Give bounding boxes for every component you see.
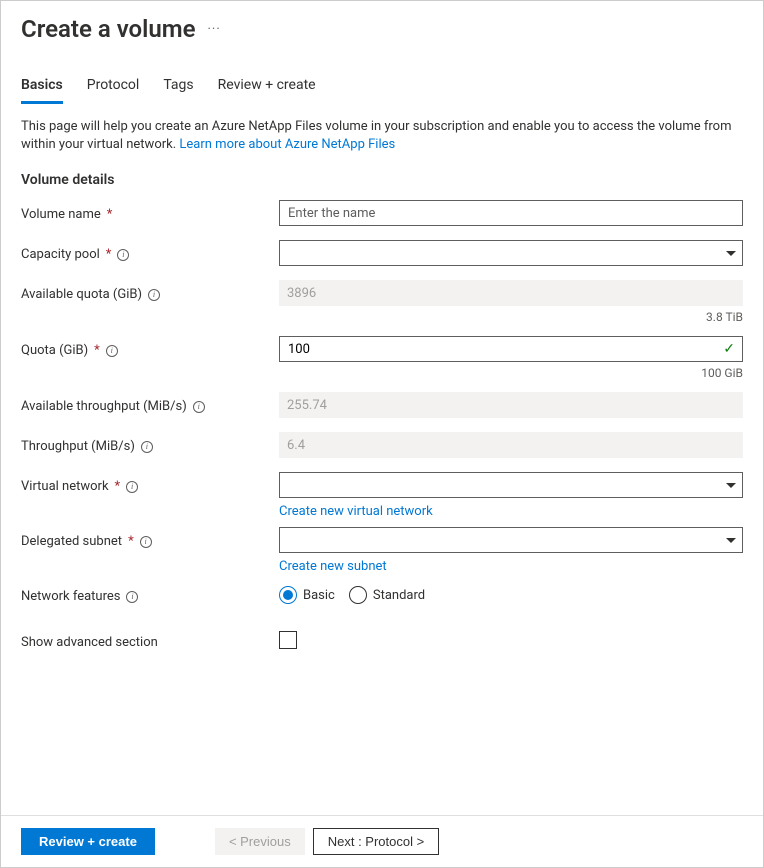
radio-standard[interactable]: Standard [349,586,425,604]
required-icon: * [106,247,112,262]
virtual-network-select[interactable] [279,472,743,498]
description-text: This page will help you create an Azure … [21,118,743,154]
row-capacity-pool: Capacity pool * i [21,240,743,272]
page-title: Create a volume [21,15,196,43]
label-available-quota: Available quota (GiB) [21,287,142,302]
label-show-advanced: Show advanced section [21,635,158,650]
tab-protocol[interactable]: Protocol [87,73,140,104]
tab-basics[interactable]: Basics [21,73,63,104]
previous-button: < Previous [215,828,305,855]
required-icon: * [107,207,113,222]
label-volume-name: Volume name [21,207,101,222]
info-icon[interactable]: i [140,536,152,548]
nav-button-group: < Previous Next : Protocol > [215,828,439,855]
volume-name-input[interactable] [279,200,743,226]
delegated-subnet-select[interactable] [279,527,743,553]
create-subnet-link[interactable]: Create new subnet [279,559,387,574]
label-virtual-network: Virtual network [21,479,109,494]
info-icon[interactable]: i [117,249,129,261]
radio-standard-label: Standard [373,588,425,603]
radio-basic-label: Basic [303,588,335,603]
info-icon[interactable]: i [193,401,205,413]
row-volume-name: Volume name * [21,200,743,232]
row-show-advanced: Show advanced section [21,628,743,660]
create-vnet-link[interactable]: Create new virtual network [279,504,433,519]
required-icon: * [94,343,100,358]
label-available-throughput: Available throughput (MiB/s) [21,399,187,414]
info-icon[interactable]: i [141,441,153,453]
label-network-features: Network features [21,589,120,604]
chevron-down-icon [726,538,736,543]
required-icon: * [128,534,134,549]
label-delegated-subnet: Delegated subnet [21,534,122,549]
row-quota: Quota (GiB) * i ✓ 100 GiB [21,336,743,390]
checkmark-icon: ✓ [723,341,735,357]
radio-icon [279,586,297,604]
info-icon[interactable]: i [106,345,118,357]
header: Create a volume ··· [21,15,743,43]
available-quota-hint: 3.8 TiB [279,310,743,324]
row-delegated-subnet: Delegated subnet * i Create new subnet [21,527,743,574]
section-title: Volume details [21,172,743,188]
tab-review-create[interactable]: Review + create [218,73,316,104]
chevron-down-icon [726,483,736,488]
required-icon: * [115,479,121,494]
info-icon[interactable]: i [126,481,138,493]
row-available-quota: Available quota (GiB) i 3896 3.8 TiB [21,280,743,334]
row-virtual-network: Virtual network * i Create new virtual ne… [21,472,743,519]
info-icon[interactable]: i [126,591,138,603]
label-throughput: Throughput (MiB/s) [21,439,135,454]
row-available-throughput: Available throughput (MiB/s) i 255.74 [21,392,743,424]
radio-icon [349,586,367,604]
create-volume-panel: Create a volume ··· Basics Protocol Tags… [0,0,764,868]
quota-hint: 100 GiB [279,366,743,380]
content-area: Create a volume ··· Basics Protocol Tags… [1,1,763,815]
quota-input[interactable] [279,336,743,362]
row-network-features: Network features i Basic Standard [21,582,743,614]
show-advanced-checkbox[interactable] [279,631,297,649]
label-quota: Quota (GiB) [21,343,88,358]
capacity-pool-select[interactable] [279,240,743,266]
tab-bar: Basics Protocol Tags Review + create [21,73,743,104]
info-icon[interactable]: i [148,289,160,301]
more-actions-icon[interactable]: ··· [208,22,221,37]
available-quota-value: 3896 [279,280,743,306]
available-throughput-value: 255.74 [279,392,743,418]
throughput-value: 6.4 [279,432,743,458]
radio-basic[interactable]: Basic [279,586,335,604]
label-capacity-pool: Capacity pool [21,247,100,262]
next-button[interactable]: Next : Protocol > [313,828,439,855]
tab-tags[interactable]: Tags [163,73,193,104]
footer: Review + create < Previous Next : Protoc… [1,815,763,867]
row-throughput: Throughput (MiB/s) i 6.4 [21,432,743,464]
chevron-down-icon [726,251,736,256]
review-create-button[interactable]: Review + create [21,828,155,855]
learn-more-link[interactable]: Learn more about Azure NetApp Files [179,137,395,152]
